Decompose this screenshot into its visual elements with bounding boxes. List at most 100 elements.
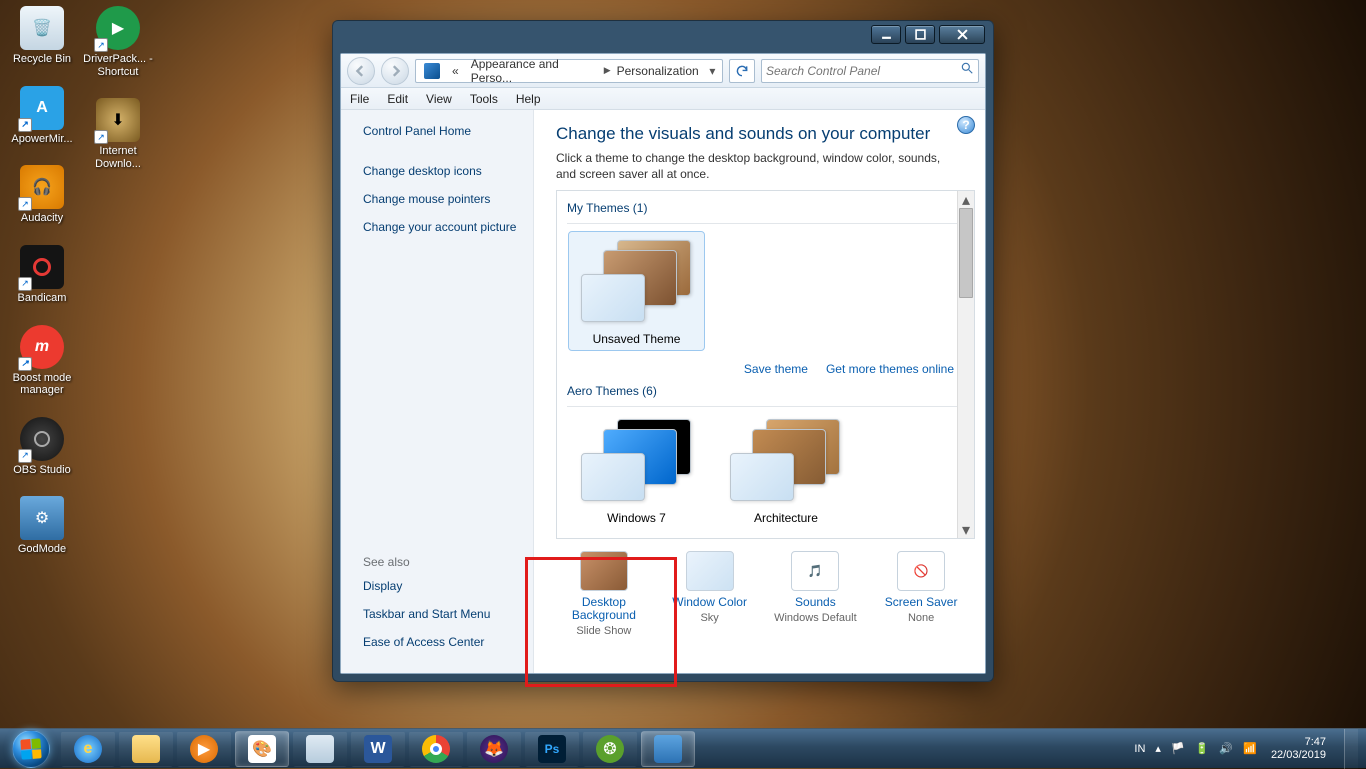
theme-unsaved[interactable]: Unsaved Theme <box>569 232 704 350</box>
main-panel: ? Change the visuals and sounds on your … <box>534 110 985 673</box>
tray-battery-icon[interactable]: 🔋 <box>1195 742 1209 756</box>
group-my-themes-label: My Themes (1) <box>567 201 974 215</box>
taskbar-paint[interactable]: 🎨 <box>235 731 289 767</box>
desktop-icon-bandicam[interactable]: ↗ Bandicam <box>6 245 78 305</box>
themes-scrollbar[interactable]: ▴ ▾ <box>957 191 974 538</box>
taskbar-word[interactable]: W <box>351 731 405 767</box>
arrow-right-icon <box>389 65 401 77</box>
sidebar-ease-of-access[interactable]: Ease of Access Center <box>363 635 521 649</box>
shortcut-sub: None <box>908 612 934 624</box>
nav-back-button[interactable] <box>347 57 375 85</box>
taskbar-corel[interactable]: ❂ <box>583 731 637 767</box>
minimize-button[interactable] <box>871 25 901 44</box>
sounds-icon: 🎵 <box>791 551 839 591</box>
breadcrumb-prefix[interactable]: « <box>446 60 465 82</box>
sidebar-control-panel-home[interactable]: Control Panel Home <box>363 124 521 138</box>
chevron-right-icon: ▶ <box>604 65 611 76</box>
desktop-icon-apowermirror[interactable]: A↗ ApowerMir... <box>6 86 78 146</box>
search-icon[interactable] <box>960 61 974 80</box>
menu-help[interactable]: Help <box>507 88 550 109</box>
search-box[interactable] <box>761 59 979 83</box>
screen-saver-icon: 🚫 <box>897 551 945 591</box>
help-icon[interactable]: ? <box>957 116 975 134</box>
themes-list[interactable]: My Themes (1) Unsaved Theme Save theme G… <box>556 190 975 539</box>
sidebar-change-mouse-pointers[interactable]: Change mouse pointers <box>363 192 521 206</box>
navigation-toolbar: « Appearance and Perso... ▶ Personalizat… <box>341 54 985 88</box>
nav-forward-button[interactable] <box>381 57 409 85</box>
save-theme-link[interactable]: Save theme <box>744 362 808 376</box>
taskbar-control-panel[interactable] <box>641 731 695 767</box>
taskbar-photoshop[interactable]: Ps <box>525 731 579 767</box>
refresh-icon <box>735 64 749 78</box>
start-button[interactable] <box>4 729 58 769</box>
scroll-down-icon[interactable]: ▾ <box>958 521 974 538</box>
sidebar-change-desktop-icons[interactable]: Change desktop icons <box>363 164 521 178</box>
menu-edit[interactable]: Edit <box>378 88 417 109</box>
breadcrumb-appearance[interactable]: Appearance and Perso... <box>465 60 604 82</box>
theme-actions: Save theme Get more themes online <box>567 360 974 380</box>
window-color-link[interactable]: Window Color Sky <box>662 547 758 628</box>
shortcut-arrow-icon: ↗ <box>94 38 108 52</box>
sidebar-taskbar-startmenu[interactable]: Taskbar and Start Menu <box>363 607 521 621</box>
menu-file[interactable]: File <box>341 88 378 109</box>
get-more-themes-link[interactable]: Get more themes online <box>826 362 954 376</box>
breadcrumb-personalization[interactable]: Personalization <box>611 60 705 82</box>
desktop-icon-boost-mode[interactable]: m↗ Boost mode manager <box>6 325 78 397</box>
tray-clock[interactable]: 7:47 22/03/2019 <box>1267 736 1330 760</box>
shortcut-sub: Windows Default <box>774 612 857 624</box>
breadcrumb-dropdown[interactable]: ▾ <box>705 64 720 78</box>
desktop-icon-label: Audacity <box>21 212 63 225</box>
theme-name: Unsaved Theme <box>593 332 681 346</box>
screen-saver-link[interactable]: 🚫 Screen Saver None <box>873 547 969 628</box>
sounds-link[interactable]: 🎵 Sounds Windows Default <box>768 547 864 628</box>
address-bar[interactable]: « Appearance and Perso... ▶ Personalizat… <box>415 59 723 83</box>
shortcut-arrow-icon: ↗ <box>18 277 32 291</box>
tray-show-hidden-icon[interactable]: ▴ <box>1155 742 1161 755</box>
scroll-thumb[interactable] <box>959 208 973 298</box>
desktop-icon-label: OBS Studio <box>13 464 70 477</box>
scroll-up-icon[interactable]: ▴ <box>958 191 974 208</box>
desktop-icons: 🗑️ Recycle Bin A↗ ApowerMir... 🎧↗ Audaci… <box>6 6 156 556</box>
desktop-icon-label: DriverPack... - Shortcut <box>82 53 154 78</box>
desktop-icon-audacity[interactable]: 🎧↗ Audacity <box>6 165 78 225</box>
taskbar-wmp[interactable]: ▶ <box>177 731 231 767</box>
desktop-icon-obs[interactable]: ↗ OBS Studio <box>6 417 78 477</box>
taskbar-chrome[interactable] <box>409 731 463 767</box>
desktop-icon-label: Bandicam <box>18 292 67 305</box>
theme-architecture[interactable]: Architecture <box>718 415 853 525</box>
taskbar-firefox[interactable]: 🦊 <box>467 731 521 767</box>
show-desktop-button[interactable] <box>1344 729 1358 769</box>
taskbar-ie[interactable]: e <box>61 731 115 767</box>
desktop-icon-driverpack[interactable]: ▶↗ DriverPack... - Shortcut <box>82 6 154 78</box>
desktop-background-link[interactable]: Desktop Background Slide Show <box>556 547 652 641</box>
desktop-icon-recycle-bin[interactable]: 🗑️ Recycle Bin <box>6 6 78 66</box>
desktop-icon-godmode[interactable]: ⚙ GodMode <box>6 496 78 556</box>
shortcut-arrow-icon: ↗ <box>18 449 32 463</box>
tray-network-icon[interactable]: 📶 <box>1243 742 1257 756</box>
headphones-icon: 🎧 <box>32 177 52 197</box>
menu-view[interactable]: View <box>417 88 461 109</box>
theme-windows7[interactable]: Windows 7 <box>569 415 704 525</box>
personalization-window: « Appearance and Perso... ▶ Personalizat… <box>332 20 994 682</box>
desktop-col-2: ▶↗ DriverPack... - Shortcut ⬇↗ Internet … <box>82 6 154 556</box>
sidebar-change-account-picture[interactable]: Change your account picture <box>363 220 521 234</box>
folder-icon <box>132 735 160 763</box>
shortcut-title: Screen Saver <box>885 596 958 609</box>
menu-tools[interactable]: Tools <box>461 88 507 109</box>
desktop-icon-label: GodMode <box>18 543 66 556</box>
search-input[interactable] <box>766 64 960 78</box>
taskbar-explorer[interactable] <box>119 731 173 767</box>
shortcut-arrow-icon: ↗ <box>18 118 32 132</box>
close-button[interactable] <box>939 25 985 44</box>
maximize-button[interactable] <box>905 25 935 44</box>
tray-volume-icon[interactable]: 🔊 <box>1219 742 1233 756</box>
refresh-button[interactable] <box>729 59 755 83</box>
tray-language[interactable]: IN <box>1134 743 1145 755</box>
desktop-icon-idm[interactable]: ⬇↗ Internet Downlo... <box>82 98 154 170</box>
taskbar-notepad[interactable] <box>293 731 347 767</box>
shortcut-arrow-icon: ↗ <box>94 130 108 144</box>
tray-action-center-icon[interactable]: 🏳️ <box>1171 742 1185 756</box>
shortcut-arrow-icon: ↗ <box>18 357 32 371</box>
sidebar-display[interactable]: Display <box>363 579 521 593</box>
window-titlebar-controls <box>871 21 993 49</box>
